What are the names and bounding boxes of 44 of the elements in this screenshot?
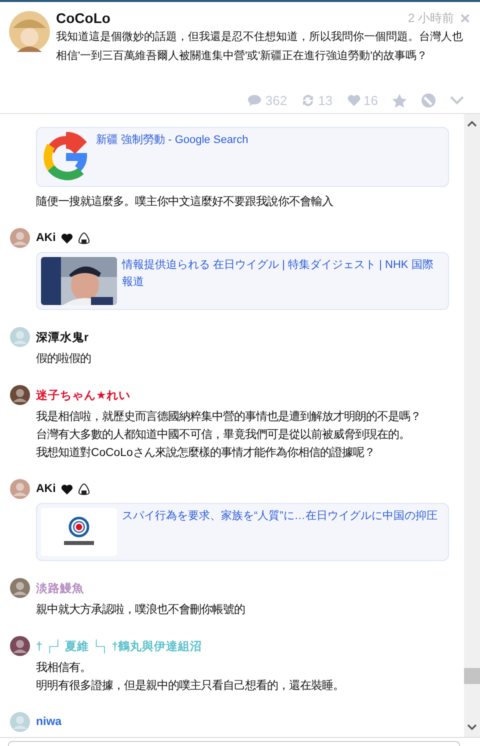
link-card[interactable]: スパイ行為を要求、家族を“人質”に…在日ウイグルに中国の抑圧 xyxy=(36,503,449,561)
response-text: 假的啦假的 xyxy=(36,352,92,367)
author-name[interactable]: AKi xyxy=(36,483,56,495)
heart-icon xyxy=(60,232,73,244)
avatar xyxy=(10,228,30,248)
star-icon[interactable] xyxy=(392,94,407,108)
avatar xyxy=(10,385,30,405)
heart-icon xyxy=(346,94,361,107)
response-text: 隨便一搜就這麼多。噗主你中文這麼好不要跟我說你不會輸入 xyxy=(36,194,334,210)
avatar xyxy=(10,327,30,347)
author-name[interactable]: CoCoLo xyxy=(56,10,408,26)
link-card[interactable]: 情報提供迫られる 在日ウイグル | 特集ダイジェスト | NHK 国際報道 xyxy=(36,252,449,310)
heart-icon xyxy=(60,484,73,494)
response-text: 明明有很多證據，但是親中的噗主只看自己想看的，還在裝睡。 xyxy=(36,678,345,694)
replurk-icon xyxy=(301,94,316,107)
link-title[interactable]: スパイ行為を要求、家族を“人質”に…在日ウイグルに中国の抑圧 xyxy=(122,508,438,556)
author-name[interactable]: 淡路鰻魚 xyxy=(36,580,84,596)
author-name[interactable]: AKi xyxy=(36,232,56,244)
avatar xyxy=(10,712,30,732)
link-title[interactable]: 情報提供迫られる 在日ウイグル | 特集ダイジェスト | NHK 国際報道 xyxy=(122,257,444,305)
mute-icon[interactable] xyxy=(421,93,436,108)
avatar xyxy=(9,11,50,52)
avatar xyxy=(10,636,30,656)
avatar xyxy=(10,578,30,598)
response-text: 台灣有大多數的人都知道中國不可信，畢竟我們可是從以前被威脅到現在的。 xyxy=(36,427,411,443)
link-card[interactable]: 新疆 強制勞動 - Google Search xyxy=(36,127,449,187)
scroll-thumb[interactable] xyxy=(464,668,480,684)
newspaper-logo-icon xyxy=(41,508,117,556)
link-title[interactable]: 新疆 強制勞動 - Google Search xyxy=(96,132,248,182)
avatar xyxy=(10,479,30,499)
scroll-up-icon[interactable] xyxy=(467,120,477,127)
response-text: 我相信有。 xyxy=(36,660,92,676)
response-text: 我想知道對CoCoLoさん來說怎麼樣的事情才能作為你相信的證據呢？ xyxy=(36,445,376,461)
response-text: 親中就大方承認啦，噗浪也不會刪你帳號的 xyxy=(36,602,246,618)
author-name[interactable]: 深潭水鬼r xyxy=(36,330,88,344)
author-name[interactable]: 迷子ちゃん★れい xyxy=(36,388,130,402)
scroll-down-icon[interactable] xyxy=(467,724,477,731)
post-text: 我知道這是個微妙的話題，但我還是忍不住想知道，所以我問你一個問題。台灣人也相信'一到三百萬維吾爾人被關進集中營'或'新疆正在進行強迫勞動'的故事嗎？ xyxy=(56,30,464,64)
author-name[interactable]: niwa xyxy=(36,716,62,728)
scrollbar[interactable] xyxy=(464,114,480,737)
speech-bubble-icon xyxy=(247,94,262,107)
timestamp: 2 小時前 xyxy=(408,10,454,26)
response-text: 我是相信啦，就歷史而言德國納粹集中營的事情也是遭到解放才明朗的不是嗎？ xyxy=(36,409,422,425)
chevron-down-icon[interactable] xyxy=(450,96,464,105)
